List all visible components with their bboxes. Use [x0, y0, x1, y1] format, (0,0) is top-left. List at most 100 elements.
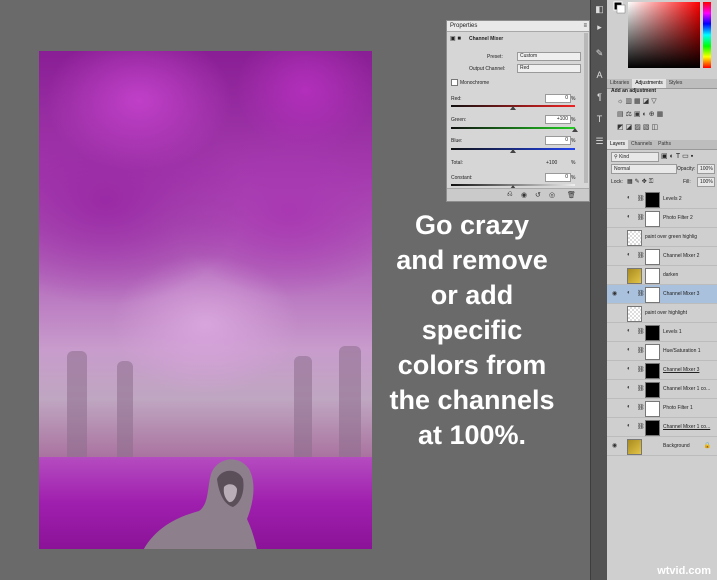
layer-row[interactable]: ◐ ⛓ Channel Mixer 1 co...: [607, 380, 717, 399]
tab-layers[interactable]: Layers: [607, 140, 629, 149]
adjustment-layer-icon: ◐: [627, 366, 631, 372]
layer-mask-thumbnail[interactable]: [645, 268, 660, 284]
adjustment-icons-row-2[interactable]: ▤⚖▣◐⊕▦: [617, 110, 707, 120]
info-icon[interactable]: A: [594, 70, 605, 81]
visibility-eye-icon[interactable]: [612, 215, 618, 221]
fill-input[interactable]: 100%: [697, 177, 715, 187]
lock-icons[interactable]: ▦✎✥⚿: [627, 178, 655, 186]
layer-mask-thumbnail[interactable]: [645, 325, 660, 341]
blend-mode-dropdown[interactable]: Normal: [611, 164, 677, 174]
properties-titlebar[interactable]: Properties ≡: [447, 21, 589, 32]
layer-row[interactable]: ◉ Background 🔒: [607, 437, 717, 456]
layer-row[interactable]: ◐ ⛓ Levels 2: [607, 190, 717, 209]
layer-image-thumbnail[interactable]: [627, 439, 642, 455]
link-icon[interactable]: ⛓: [637, 328, 645, 335]
layer-row[interactable]: ◐ ⛓ Channel Mixer 2: [607, 247, 717, 266]
visibility-eye-icon[interactable]: [612, 386, 618, 392]
link-icon[interactable]: ⛓: [637, 366, 645, 373]
layer-row[interactable]: ◐ ⛓ Channel Mixer 3: [607, 361, 717, 380]
link-icon[interactable]: ⛓: [637, 290, 645, 297]
layer-row[interactable]: paint over green highlight: [607, 228, 717, 247]
layer-mask-thumbnail[interactable]: [645, 192, 660, 208]
view-previous-icon[interactable]: ◉: [521, 191, 527, 199]
adjust-mask-icons[interactable]: ▣ ■: [450, 35, 461, 42]
link-icon[interactable]: ⛓: [637, 214, 645, 221]
layer-mask-thumbnail[interactable]: [645, 344, 660, 360]
visibility-eye-icon[interactable]: [612, 272, 618, 278]
clip-to-layer-icon[interactable]: ⎌: [507, 191, 513, 199]
layer-row[interactable]: ◐ ⛓ Photo Filter 2: [607, 209, 717, 228]
adjustment-icons-row-1[interactable]: ☼▥▦◪▽: [617, 97, 707, 107]
tab-channels[interactable]: Channels: [628, 140, 655, 149]
constant-value-input[interactable]: 0: [545, 173, 571, 182]
red-value-input[interactable]: 0: [545, 94, 571, 103]
type-icon[interactable]: T: [594, 114, 605, 125]
visibility-eye-icon[interactable]: [612, 367, 618, 373]
layer-mask-thumbnail[interactable]: [645, 287, 660, 303]
tab-paths[interactable]: Paths: [655, 140, 674, 149]
color-picker[interactable]: [610, 0, 714, 72]
green-value-input[interactable]: +100: [545, 115, 571, 124]
layer-row[interactable]: paint over highlight: [607, 304, 717, 323]
blue-value-input[interactable]: 0: [545, 136, 571, 145]
layer-mask-thumbnail[interactable]: [645, 420, 660, 436]
visibility-eye-icon[interactable]: ◉: [612, 291, 618, 297]
panel-menu-icon[interactable]: ≡: [583, 21, 587, 31]
visibility-eye-icon[interactable]: [612, 196, 618, 202]
properties-icon[interactable]: ☰: [594, 136, 605, 147]
red-slider-thumb[interactable]: [510, 106, 516, 110]
layer-mask-thumbnail[interactable]: [627, 306, 642, 322]
layer-mask-thumbnail[interactable]: [627, 230, 642, 246]
layer-mask-thumbnail[interactable]: [645, 249, 660, 265]
monochrome-checkbox[interactable]: [451, 79, 458, 86]
link-icon[interactable]: ⛓: [637, 423, 645, 430]
green-slider-thumb[interactable]: [572, 128, 578, 132]
visibility-eye-icon[interactable]: [612, 310, 618, 316]
layer-row[interactable]: ◉ ◐ ⛓ Channel Mixer 3: [607, 285, 717, 304]
layer-row[interactable]: ◐ ⛓ Photo Filter 1: [607, 399, 717, 418]
brush-icon[interactable]: ✎: [594, 48, 605, 59]
link-icon[interactable]: ⛓: [637, 404, 645, 411]
layer-row[interactable]: ◐ ⛓ Levels 1: [607, 323, 717, 342]
layer-mask-thumbnail[interactable]: [645, 211, 660, 227]
link-icon[interactable]: ⛓: [637, 195, 645, 202]
visibility-eye-icon[interactable]: [612, 329, 618, 335]
layer-mask-thumbnail[interactable]: [645, 363, 660, 379]
history-icon[interactable]: ◧: [594, 4, 605, 15]
layer-row[interactable]: ◐ ⛓ Channel Mixer 1 co...: [607, 418, 717, 437]
tab-adjustments[interactable]: Adjustments: [632, 79, 666, 88]
paragraph-icon[interactable]: ¶: [594, 92, 605, 103]
output-channel-dropdown[interactable]: Red: [517, 64, 581, 73]
actions-icon[interactable]: ▸: [594, 22, 605, 33]
caption-line: colors from: [397, 350, 547, 380]
visibility-eye-icon[interactable]: [612, 348, 618, 354]
layer-mask-thumbnail[interactable]: [645, 401, 660, 417]
layer-row[interactable]: ◐ ⛓ Hue/Saturation 1: [607, 342, 717, 361]
preset-dropdown[interactable]: Custom: [517, 52, 581, 61]
visibility-eye-icon[interactable]: [612, 424, 618, 430]
output-channel-value: Red: [520, 65, 530, 71]
visibility-eye-icon[interactable]: [612, 234, 618, 240]
tab-styles[interactable]: Styles: [666, 79, 686, 88]
layer-row[interactable]: darken: [607, 266, 717, 285]
properties-scrollbar[interactable]: [584, 33, 588, 183]
delete-icon[interactable]: 🗑: [567, 191, 576, 199]
reset-icon[interactable]: ↺: [535, 191, 541, 199]
visibility-eye-icon[interactable]: [612, 253, 618, 259]
opacity-input[interactable]: 100%: [697, 164, 715, 174]
link-icon[interactable]: ⛓: [637, 385, 645, 392]
layer-mask-thumbnail[interactable]: [645, 382, 660, 398]
tab-libraries[interactable]: Libraries: [607, 79, 632, 88]
visibility-icon[interactable]: ◎: [549, 191, 555, 199]
blue-slider-thumb[interactable]: [510, 149, 516, 153]
link-icon[interactable]: ⛓: [637, 347, 645, 354]
layer-filter-icons[interactable]: ▣◐T▭▪: [661, 152, 695, 160]
visibility-eye-icon[interactable]: [612, 405, 618, 411]
layer-filter-kind[interactable]: ⚲ Kind: [611, 152, 659, 162]
adjustment-icons-row-3[interactable]: ◩◪▨▧◫: [617, 123, 707, 133]
layer-image-thumbnail[interactable]: [627, 268, 642, 284]
link-icon[interactable]: ⛓: [637, 252, 645, 259]
green-slider[interactable]: [451, 127, 575, 129]
visibility-eye-icon[interactable]: ◉: [612, 443, 618, 449]
layers-tabs: Layers Channels Paths: [607, 140, 717, 150]
